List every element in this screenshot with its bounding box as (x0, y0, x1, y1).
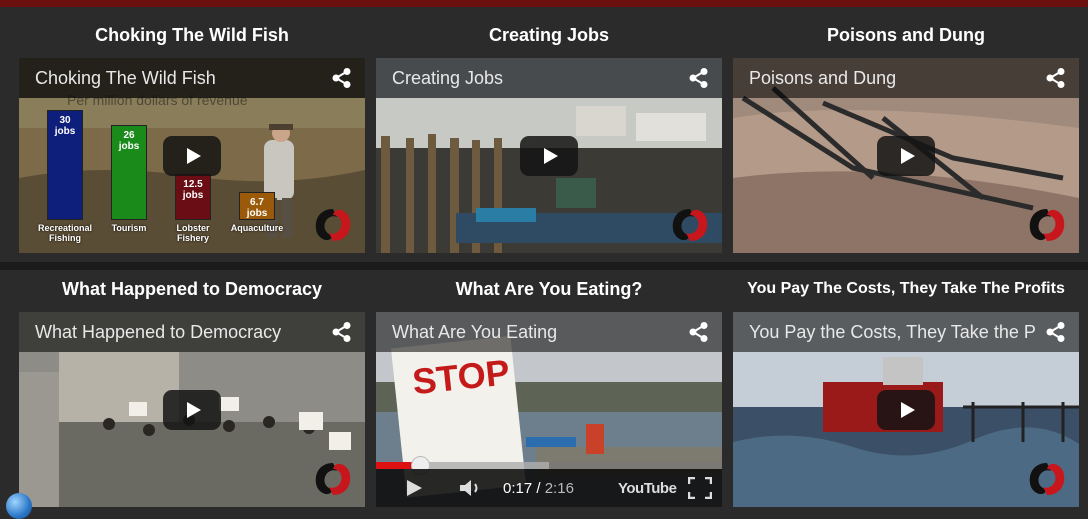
play-icon (544, 147, 558, 164)
chart-bar-label: Lobster Fishery (176, 223, 210, 243)
video-heading: Choking The Wild Fish (95, 24, 289, 45)
fullscreen-button[interactable] (688, 469, 712, 507)
video-player[interactable]: What Happened to Democracy (19, 312, 365, 507)
share-icon[interactable] (1045, 321, 1067, 343)
chart-bar: 30 jobs (47, 110, 83, 220)
play-button[interactable] (877, 135, 935, 176)
play-control[interactable] (404, 469, 424, 507)
video-player[interactable]: STOP What Are You Eating 0:17 / 2:16 You… (376, 312, 722, 507)
chart-bar-label: Aquaculture (230, 223, 284, 233)
play-button[interactable] (520, 135, 578, 176)
chart-bar: 6.7 jobs (239, 192, 275, 220)
fish-logo-icon (315, 463, 351, 495)
video-title[interactable]: What Are You Eating (392, 322, 557, 343)
chart-bar: 12.5 jobs (175, 174, 211, 220)
progress-bar[interactable] (376, 456, 722, 475)
globe-icon[interactable] (6, 493, 32, 519)
volume-icon (460, 480, 478, 496)
video-title[interactable]: What Happened to Democracy (35, 322, 281, 343)
volume-control[interactable] (458, 469, 486, 507)
time-display: 0:17 / 2:16 (503, 479, 574, 497)
duration: 2:16 (544, 479, 574, 497)
fish-logo-icon (315, 209, 351, 241)
play-icon (187, 401, 201, 418)
chart-bar-label: Recreational Fishing (37, 223, 93, 243)
fish-logo-icon (1029, 209, 1065, 241)
top-accent-bar (0, 0, 1088, 7)
youtube-button[interactable]: YouTube (618, 469, 677, 507)
fish-logo-icon (1029, 463, 1065, 495)
play-button[interactable] (163, 135, 221, 176)
video-title-bar: Creating Jobs (376, 58, 722, 98)
video-title-bar: What Happened to Democracy (19, 312, 365, 352)
video-player[interactable]: Per million dollars of revenue 30 jobs Re… (19, 58, 365, 253)
play-icon (901, 401, 915, 418)
player-controls: 0:17 / 2:16 YouTube (376, 469, 722, 507)
play-button[interactable] (163, 389, 221, 430)
video-player[interactable]: You Pay the Costs, They Take the Profits (733, 312, 1079, 507)
play-icon (901, 147, 915, 164)
video-heading: What Happened to Democracy (61, 278, 323, 299)
video-heading: Poisons and Dung (826, 24, 985, 45)
share-icon[interactable] (331, 321, 353, 343)
video-title-bar: Poisons and Dung (733, 58, 1079, 98)
video-heading: Creating Jobs (488, 24, 610, 45)
video-title[interactable]: Creating Jobs (392, 68, 503, 89)
play-icon (407, 480, 422, 496)
fish-logo-icon (672, 209, 708, 241)
video-title-bar: You Pay the Costs, They Take the Profits (733, 312, 1079, 352)
video-player[interactable]: Poisons and Dung (733, 58, 1079, 253)
current-time: 0:17 (503, 479, 533, 497)
share-icon[interactable] (688, 67, 710, 89)
share-icon[interactable] (331, 67, 353, 89)
play-icon (187, 147, 201, 164)
video-title-bar: What Are You Eating (376, 312, 722, 352)
share-icon[interactable] (1045, 67, 1067, 89)
fullscreen-icon (688, 477, 712, 499)
chart-bar: 26 jobs (111, 124, 147, 220)
video-player[interactable]: Creating Jobs (376, 58, 722, 253)
video-title[interactable]: You Pay the Costs, They Take the Profits (749, 322, 1035, 343)
chart-bar-label: Tourism (111, 223, 147, 233)
video-title[interactable]: Choking The Wild Fish (35, 68, 216, 89)
video-heading: What Are You Eating? (455, 278, 643, 299)
video-title[interactable]: Poisons and Dung (749, 68, 896, 89)
video-title-bar: Choking The Wild Fish (19, 58, 365, 98)
play-button[interactable] (877, 389, 935, 430)
youtube-logo: YouTube (618, 479, 677, 497)
share-icon[interactable] (688, 321, 710, 343)
video-heading: You Pay The Costs, They Take The Profits (747, 280, 1065, 297)
